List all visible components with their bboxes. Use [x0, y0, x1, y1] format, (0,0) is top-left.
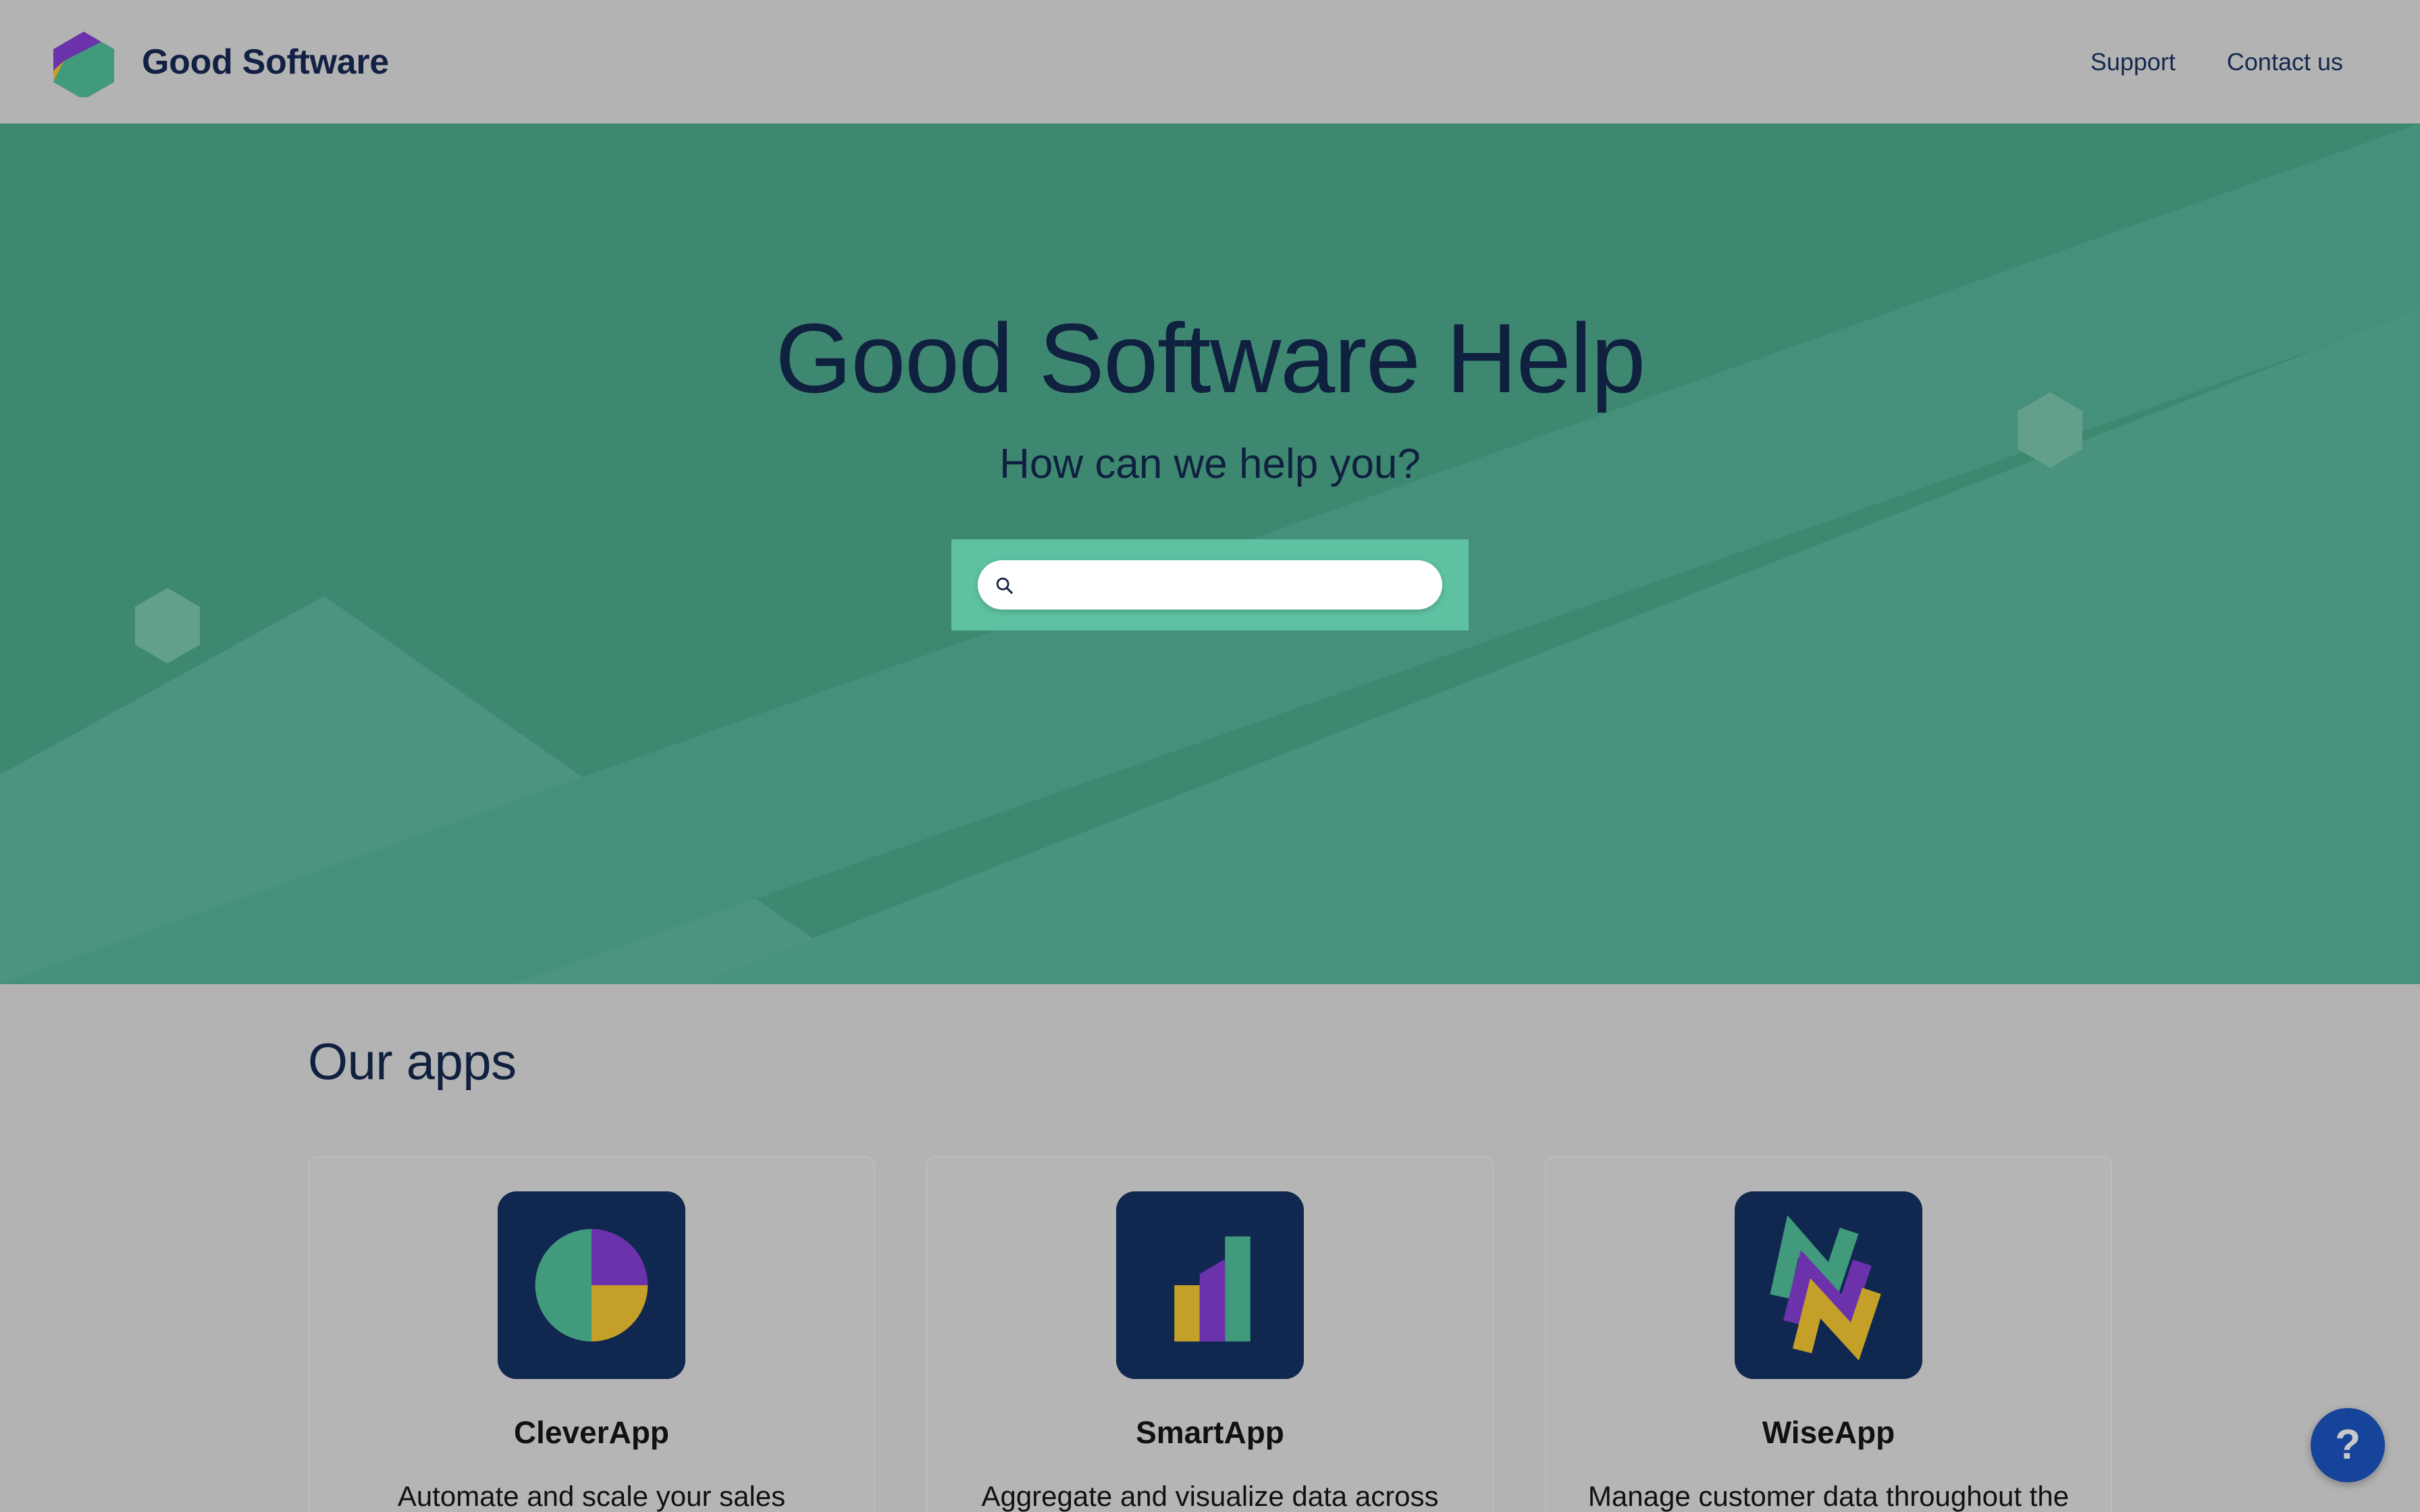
- app-card-title: WiseApp: [1762, 1415, 1895, 1450]
- app-card-title: CleverApp: [513, 1415, 670, 1450]
- nav-link-contact-us[interactable]: Contact us: [2201, 48, 2369, 76]
- help-button[interactable]: ?: [2311, 1408, 2385, 1482]
- zigzag-lines-icon: [1735, 1191, 1922, 1379]
- hero-subtitle: How can we help you?: [999, 441, 1421, 487]
- question-mark-icon: ?: [2335, 1422, 2361, 1468]
- app-card-description: Manage customer data throughout the: [1587, 1480, 2070, 1512]
- our-apps-section: Our apps CleverApp Automate and scale yo…: [0, 984, 2420, 1512]
- search-panel: [951, 539, 1469, 630]
- app-card-description: Automate and scale your sales: [397, 1480, 786, 1512]
- brand-logo-link[interactable]: Good Software: [49, 27, 389, 97]
- hero-section: Good Software Help How can we help you?: [0, 124, 2420, 984]
- app-card-list: CleverApp Automate and scale your sales …: [308, 1156, 2112, 1512]
- app-card-description: Aggregate and visualize data across: [981, 1480, 1439, 1512]
- hexagon-logo-icon: [53, 31, 115, 97]
- search-icon: [996, 577, 1013, 594]
- app-card-title: SmartApp: [1136, 1415, 1284, 1450]
- site-header: Good Software Support Contact us: [0, 0, 2420, 124]
- search-box[interactable]: [978, 560, 1442, 610]
- nav-link-support[interactable]: Support: [2065, 48, 2201, 76]
- brand-name: Good Software: [142, 42, 389, 82]
- help-center-page: Good Software Support Contact us Good So…: [0, 0, 2420, 1512]
- primary-nav: Support Contact us: [2065, 48, 2369, 76]
- search-input[interactable]: [1024, 560, 1442, 610]
- page-title: Good Software Help: [775, 303, 1646, 413]
- app-card-cleverapp[interactable]: CleverApp Automate and scale your sales: [308, 1156, 875, 1512]
- app-card-smartapp[interactable]: SmartApp Aggregate and visualize data ac…: [926, 1156, 1494, 1512]
- section-title-our-apps: Our apps: [308, 1033, 517, 1091]
- pie-chart-icon: [498, 1191, 685, 1379]
- bar-chart-icon: [1116, 1191, 1304, 1379]
- app-card-wiseapp[interactable]: WiseApp Manage customer data throughout …: [1545, 1156, 2112, 1512]
